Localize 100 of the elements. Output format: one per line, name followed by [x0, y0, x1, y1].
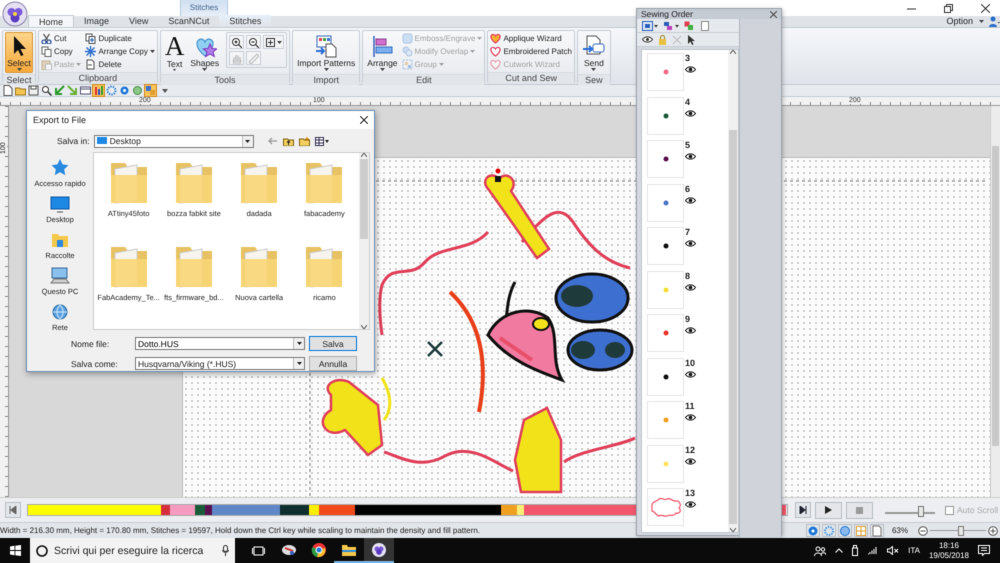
- sewing-thumbnail[interactable]: [647, 444, 684, 482]
- open-folder-button[interactable]: [15, 85, 26, 96]
- task-view-icon[interactable]: [252, 546, 265, 556]
- sewing-thumbnail[interactable]: [647, 270, 684, 308]
- restore-icon[interactable]: [944, 4, 953, 12]
- first-stitch-button[interactable]: [5, 502, 21, 518]
- arrow-pointer-icon[interactable]: [687, 34, 695, 44]
- ribbon-tab[interactable]: View: [119, 15, 158, 27]
- vertical-scrollbar[interactable]: [359, 153, 369, 329]
- color-squares-icon[interactable]: [684, 20, 695, 30]
- sewing-thumbnail[interactable]: [647, 53, 684, 91]
- ribbon-tab[interactable]: Stitches: [219, 15, 272, 27]
- bone-drawing[interactable]: [484, 168, 550, 260]
- layers-button[interactable]: [145, 85, 156, 96]
- stitch-outline-drawing[interactable]: [563, 436, 636, 464]
- sewing-thumbnail[interactable]: [647, 358, 684, 396]
- user-icon[interactable]: [988, 16, 1000, 27]
- eye-icon[interactable]: [685, 110, 696, 116]
- lock-icon[interactable]: [658, 34, 667, 44]
- last-stitch-button[interactable]: [795, 502, 811, 518]
- shapes-button[interactable]: Shapes: [188, 32, 222, 73]
- ribbon-tab[interactable]: Home: [28, 15, 74, 27]
- cross-mark-drawing[interactable]: [426, 340, 444, 358]
- flower-logo-icon[interactable]: [2, 1, 28, 27]
- group-objects-icon[interactable]: [663, 20, 679, 30]
- close-icon[interactable]: [360, 116, 368, 124]
- clock-time[interactable]: 18:16: [938, 540, 959, 550]
- wifi-icon[interactable]: [867, 546, 878, 555]
- color-bars-button[interactable]: [93, 85, 104, 96]
- vertical-scrollbar[interactable]: [990, 106, 1000, 497]
- sewing-thumbnail[interactable]: [647, 401, 684, 439]
- cancel-button[interactable]: Annulla: [309, 356, 357, 371]
- stitch-line-drawing[interactable]: [448, 290, 485, 412]
- ring-button[interactable]: [119, 85, 130, 96]
- select-all-icon[interactable]: [642, 20, 658, 30]
- arrange-button[interactable]: Arrange: [365, 32, 400, 73]
- up-folder-icon[interactable]: [282, 136, 294, 146]
- speaker-muted-icon[interactable]: [887, 546, 900, 555]
- window-button[interactable]: [80, 85, 91, 96]
- eye-icon[interactable]: [685, 458, 696, 464]
- send-button[interactable]: Send: [580, 32, 608, 73]
- dotted-ring-button[interactable]: [106, 85, 117, 96]
- duplicate-button[interactable]: Duplicate: [85, 32, 155, 45]
- fit-view-button[interactable]: [263, 35, 284, 49]
- customize-caret-icon[interactable]: [162, 88, 168, 92]
- vertical-scrollbar[interactable]: [728, 50, 738, 532]
- file-type-dropdown[interactable]: Husqvarna/Viking (*.HUS): [135, 357, 305, 370]
- chevron-up-icon[interactable]: [835, 548, 844, 553]
- ribbon-tab[interactable]: Image: [74, 15, 120, 27]
- zoom-in-button[interactable]: [229, 35, 244, 49]
- sewing-thumbnail[interactable]: [647, 96, 684, 134]
- magnifier-button[interactable]: [41, 85, 52, 96]
- view-mode-button[interactable]: [838, 524, 852, 537]
- zoom-out-icon[interactable]: [918, 526, 928, 536]
- eye-icon[interactable]: [685, 284, 696, 290]
- new-folder-icon[interactable]: [298, 136, 310, 146]
- sewing-thumbnail[interactable]: [647, 184, 684, 222]
- face-drawing[interactable]: [486, 272, 634, 382]
- eye-icon[interactable]: [642, 36, 653, 43]
- sewing-thumbnail[interactable]: [647, 227, 684, 265]
- stitch-outline-drawing[interactable]: [520, 210, 630, 270]
- language-indicator[interactable]: ITA: [908, 546, 920, 555]
- cut-button[interactable]: Cut: [41, 32, 82, 45]
- people-icon[interactable]: [814, 546, 826, 556]
- view-mode-button[interactable]: [806, 524, 820, 537]
- clock-date[interactable]: 19/05/2018: [928, 550, 969, 560]
- eye-icon[interactable]: [685, 501, 696, 508]
- microphone-icon[interactable]: [222, 545, 229, 556]
- notification-icon[interactable]: [978, 545, 990, 556]
- option-menu[interactable]: Option: [946, 15, 988, 27]
- new-file-button[interactable]: [2, 85, 13, 96]
- bone-drawing[interactable]: [322, 378, 384, 456]
- zoom-slider[interactable]: [930, 524, 986, 536]
- file-name-field[interactable]: Dotto.HUS: [138, 338, 290, 349]
- stitch-outline-drawing[interactable]: [384, 450, 514, 472]
- stitch-outline-drawing[interactable]: [378, 230, 490, 336]
- sewing-thumbnail[interactable]: [647, 314, 684, 352]
- eye-icon[interactable]: [685, 66, 696, 73]
- start-icon[interactable]: [10, 545, 20, 556]
- delete-button[interactable]: Delete: [85, 58, 155, 71]
- arrange-copy-button[interactable]: Arrange Copy: [85, 45, 155, 58]
- close-icon[interactable]: [770, 10, 777, 18]
- select-button[interactable]: Select: [5, 32, 33, 73]
- filled-circle-button[interactable]: [132, 85, 143, 96]
- save-button[interactable]: [28, 85, 39, 96]
- close-icon[interactable]: [981, 4, 990, 12]
- search-field[interactable]: Scrivi qui per eseguire la ricerca: [54, 544, 216, 556]
- usb-drive-icon[interactable]: [852, 545, 858, 556]
- text-button[interactable]: A Text: [162, 32, 186, 73]
- eye-icon[interactable]: [685, 370, 696, 378]
- eye-icon[interactable]: [685, 196, 696, 204]
- eye-icon[interactable]: [685, 414, 696, 421]
- eye-icon[interactable]: [685, 240, 696, 247]
- import-patterns-button[interactable]: Import Patterns: [295, 32, 358, 73]
- save-button[interactable]: Salva: [309, 336, 357, 351]
- copy-button[interactable]: Copy: [41, 45, 82, 58]
- search-bar[interactable]: Scrivi qui per eseguire la ricerca: [30, 538, 235, 563]
- embroidered-patch-button[interactable]: Embroidered Patch: [490, 45, 572, 58]
- eye-icon[interactable]: [685, 327, 696, 334]
- ribbon-tab[interactable]: ScanNCut: [158, 15, 220, 27]
